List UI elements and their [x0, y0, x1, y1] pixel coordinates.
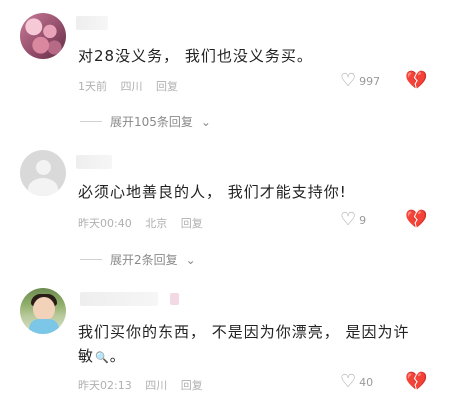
- like-count: 9: [359, 213, 367, 227]
- heart-icon: ♡: [340, 371, 357, 392]
- username-badge: [170, 293, 179, 305]
- comment-location: 四川: [145, 379, 168, 392]
- broken-heart-icon[interactable]: 💔: [405, 72, 427, 90]
- broken-heart-glyph: 💔: [405, 371, 428, 392]
- username-blurred[interactable]: [76, 16, 108, 30]
- expand-replies-label: 展开105条回复: [110, 115, 193, 129]
- like-button[interactable]: ♡ 40: [340, 373, 400, 391]
- broken-heart-icon[interactable]: 💔: [405, 373, 427, 391]
- divider: [80, 121, 102, 122]
- avatar[interactable]: [20, 288, 66, 334]
- avatar-body: [28, 178, 58, 196]
- search-icon[interactable]: 🔍: [95, 351, 110, 364]
- username-blurred[interactable]: [76, 155, 112, 169]
- avatar-shirt: [29, 319, 59, 334]
- comment-meta: 昨天00:40 北京 回复: [78, 215, 213, 231]
- comment-text-content: 我们买你的东西， 不是因为你漂亮， 是因为许敏: [78, 323, 410, 365]
- reply-button[interactable]: 回复: [156, 80, 178, 93]
- avatar[interactable]: [20, 13, 66, 59]
- comment-time: 昨天00:40: [78, 217, 132, 230]
- username-blurred[interactable]: [80, 292, 158, 306]
- comment-text: 我们买你的东西， 不是因为你漂亮， 是因为许敏🔍。: [78, 320, 418, 370]
- comment-meta: 昨天02:13 四川 回复: [78, 377, 213, 393]
- like-button[interactable]: ♡ 9: [340, 211, 400, 229]
- heart-icon: ♡: [340, 209, 357, 230]
- like-count: 40: [359, 375, 374, 389]
- comment-time: 1天前: [78, 80, 107, 93]
- reply-button[interactable]: 回复: [181, 217, 203, 230]
- comment-text: 必须心地善良的人， 我们才能支持你!: [78, 183, 347, 201]
- comment-location: 四川: [120, 80, 143, 93]
- avatar-face: [33, 297, 55, 321]
- chevron-down-icon: ⌄: [200, 114, 211, 129]
- comment-time: 昨天02:13: [78, 379, 132, 392]
- expand-replies-button[interactable]: 展开105条回复 ⌄: [80, 113, 211, 130]
- expand-replies-label: 展开2条回复: [110, 253, 178, 267]
- heart-icon: ♡: [340, 70, 357, 91]
- comment-text: 对28没义务， 我们也没义务买。: [78, 47, 313, 65]
- avatar-head: [36, 160, 51, 175]
- comment-meta: 1天前 四川 回复: [78, 78, 188, 94]
- divider: [80, 259, 102, 260]
- broken-heart-glyph: 💔: [405, 209, 428, 230]
- broken-heart-icon[interactable]: 💔: [405, 211, 427, 229]
- comment-text-end: 。: [109, 347, 126, 365]
- reply-button[interactable]: 回复: [181, 379, 203, 392]
- avatar[interactable]: [20, 150, 66, 196]
- expand-replies-button[interactable]: 展开2条回复 ⌄: [80, 251, 196, 268]
- like-count: 997: [359, 74, 381, 88]
- comment-location: 北京: [145, 217, 168, 230]
- like-button[interactable]: ♡ 997: [340, 72, 400, 90]
- chevron-down-icon: ⌄: [185, 252, 196, 267]
- broken-heart-glyph: 💔: [405, 70, 428, 91]
